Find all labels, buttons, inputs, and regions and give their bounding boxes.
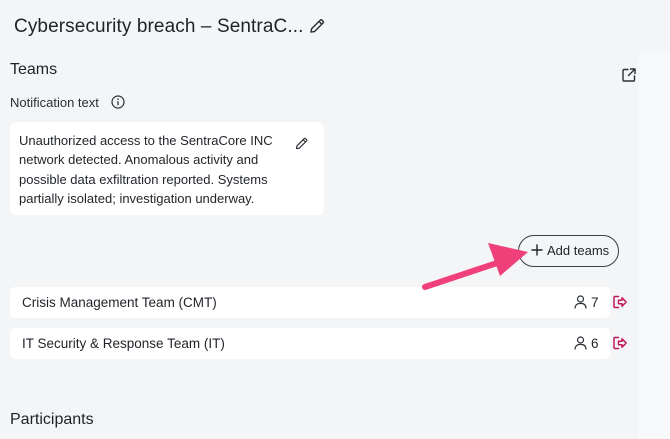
- person-icon: [574, 295, 587, 309]
- header-bar: Cybersecurity breach – SentraC...: [0, 0, 670, 52]
- teams-section-title: Teams: [10, 61, 58, 78]
- panel-gutter: [638, 52, 670, 439]
- team-name: Crisis Management Team (CMT): [22, 295, 217, 310]
- add-teams-label: Add teams: [547, 243, 610, 258]
- team-row[interactable]: IT Security & Response Team (IT) 6: [10, 328, 627, 359]
- team-row[interactable]: Crisis Management Team (CMT) 7: [10, 287, 627, 318]
- pencil-icon[interactable]: [294, 136, 309, 151]
- pencil-icon[interactable]: [308, 17, 326, 35]
- info-icon[interactable]: [111, 95, 125, 109]
- external-link-icon[interactable]: [621, 67, 637, 83]
- participants-section-title: Participants: [10, 411, 94, 428]
- member-count: 7: [591, 295, 599, 310]
- plus-icon: [531, 244, 543, 256]
- notification-text: Unauthorized access to the SentraCore IN…: [19, 133, 273, 206]
- notification-text-label: Notification text: [10, 95, 99, 110]
- team-name: IT Security & Response Team (IT): [22, 336, 225, 351]
- person-icon: [574, 336, 587, 350]
- leave-team-icon[interactable]: [612, 294, 628, 310]
- page-title: Cybersecurity breach – SentraC...: [14, 16, 304, 37]
- member-count: 6: [591, 336, 599, 351]
- add-teams-button[interactable]: Add teams: [518, 235, 619, 267]
- leave-team-icon[interactable]: [612, 335, 628, 351]
- notification-text-box: Unauthorized access to the SentraCore IN…: [10, 122, 324, 215]
